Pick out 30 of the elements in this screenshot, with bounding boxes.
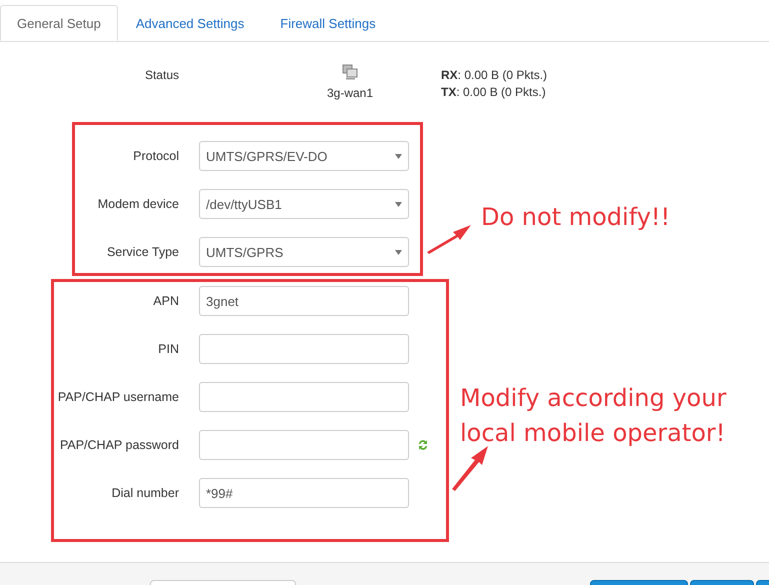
field-label: Modem device: [96, 197, 179, 211]
caret-icon: [395, 202, 402, 206]
input-field[interactable]: [199, 382, 409, 412]
field-label: PAP/CHAP username: [56, 390, 179, 404]
field-label: APN: [152, 294, 179, 308]
select-field[interactable]: /dev/ttyUSB1: [199, 189, 409, 219]
annotation-text: Modify according your local mobile operator!: [460, 383, 726, 449]
field-label: Protocol: [132, 149, 179, 163]
select-field[interactable]: UMTS/GPRS: [199, 237, 409, 267]
tab[interactable]: General Setup: [0, 5, 118, 41]
field-label: Service Type: [106, 245, 179, 259]
field-label: PIN: [157, 342, 179, 356]
caret-icon: [395, 250, 402, 254]
refresh-icon[interactable]: [417, 438, 429, 452]
caret-icon: [395, 154, 402, 158]
annotation-text: Do not modify!!: [481, 202, 670, 233]
select-field[interactable]: UMTS/GPRS/EV-DO: [199, 141, 409, 171]
traffic-text: TX: 0.00 B (0 Pkts.): [441, 85, 547, 99]
device-name: 3g-wan1: [326, 86, 374, 100]
input-field[interactable]: [199, 334, 409, 364]
arrow-icon: [426, 224, 472, 254]
input-field[interactable]: 3gnet: [199, 286, 409, 316]
input-field[interactable]: [199, 430, 409, 460]
arrow-icon: [451, 445, 489, 491]
status-label: Status: [144, 67, 179, 84]
network-icon: [342, 64, 358, 80]
input-field[interactable]: *99#: [199, 478, 409, 508]
field-label: Dial number: [110, 486, 179, 500]
field-label: PAP/CHAP password: [58, 438, 179, 452]
traffic-text: RX: 0.00 B (0 Pkts.): [441, 68, 548, 82]
